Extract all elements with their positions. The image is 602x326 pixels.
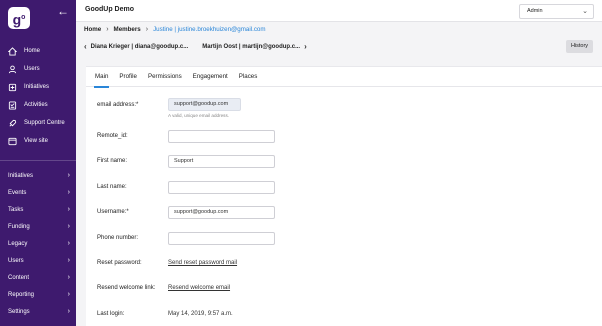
sidebar-section-funding[interactable]: Funding › [0, 218, 76, 235]
username-label: Username:* [97, 209, 129, 215]
breadcrumb-home[interactable]: Home [84, 26, 101, 33]
home-icon [7, 46, 17, 56]
sidebar-section-label: Settings [8, 308, 30, 315]
collapse-sidebar-icon[interactable]: ← [56, 4, 70, 18]
bulb-icon [7, 82, 17, 92]
sidebar-item-label: Support Centre [24, 120, 65, 126]
sidebar-item-view-site[interactable]: View site [0, 132, 76, 150]
chevron-right-icon: › [67, 274, 70, 281]
chevron-down-icon: ⌄ [582, 8, 588, 15]
role-select[interactable]: Admin ⌄ [519, 4, 594, 19]
sidebar-item-initiatives[interactable]: Initiatives [0, 78, 76, 96]
sidebar-section-legacy[interactable]: Legacy › [0, 235, 76, 252]
chevron-right-icon: › [67, 240, 70, 247]
first-name-label: First name: [97, 158, 128, 164]
last-name-label: Last name: [97, 184, 127, 190]
sidebar-section-nav: Initiatives › Events › Tasks › Funding › Leg… [0, 167, 76, 320]
email-field[interactable]: support@goodup.com [168, 98, 241, 111]
sidebar-item-label: Home [24, 48, 41, 54]
sidebar-section-content[interactable]: Content › [0, 269, 76, 286]
tab-profile[interactable]: Profile [119, 67, 137, 87]
chevron-right-icon: › [67, 257, 70, 264]
rocket-icon [7, 118, 17, 128]
sidebar-primary-nav: Home Users Initiatives Activities Suppor… [0, 42, 76, 150]
last-login-label: Last login: [97, 311, 125, 317]
remote-id-field[interactable] [168, 130, 275, 143]
sidebar-section-label: Reporting [8, 291, 35, 298]
chevron-right-icon: › [67, 206, 70, 213]
sidebar-item-support-centre[interactable]: Support Centre [0, 114, 76, 132]
role-select-value: Admin [527, 8, 543, 14]
chevron-right-icon: › [106, 26, 109, 33]
sidebar-section-label: Tasks [8, 206, 24, 213]
username-field[interactable]: support@goodup.com [168, 206, 275, 219]
chevron-left-icon[interactable]: ‹ [84, 42, 87, 51]
chevron-right-icon: › [67, 291, 70, 298]
chevron-right-icon: › [67, 172, 70, 179]
top-bar: GoodUp Demo Admin ⌄ [76, 0, 602, 22]
phone-label: Phone number: [97, 235, 139, 241]
remote-id-label: Remote_id: [97, 133, 128, 139]
chevron-right-icon: › [145, 26, 149, 33]
chevron-right-icon: › [67, 223, 70, 230]
record-navigation: ‹ Diana Krieger | diana@goodup.c... Mart… [84, 42, 307, 51]
chevron-right-icon[interactable]: › [304, 42, 307, 51]
phone-field[interactable] [168, 232, 275, 245]
breadcrumb: Home › Members › Justine | justine.broek… [84, 26, 266, 33]
email-hint: A valid, unique email address. [168, 113, 230, 118]
resend-welcome-label: Resend welcome link: [97, 285, 156, 291]
user-icon [7, 64, 17, 74]
sidebar-section-events[interactable]: Events › [0, 184, 76, 201]
sidebar-section-label: Content [8, 274, 30, 281]
tab-bar: Main Profile Permissions Engagement Plac… [86, 67, 602, 88]
sidebar-section-users[interactable]: Users › [0, 252, 76, 269]
sidebar-section-label: Legacy [8, 240, 28, 247]
tab-places[interactable]: Places [239, 67, 258, 87]
sidebar-section-settings[interactable]: Settings › [0, 303, 76, 320]
reset-password-label: Reset password: [97, 260, 142, 266]
sidebar-item-label: Activities [24, 102, 48, 108]
sidebar-item-activities[interactable]: Activities [0, 96, 76, 114]
main-panel: Main Profile Permissions Engagement Plac… [86, 66, 602, 326]
next-record-link[interactable]: Martijn Oost | martijn@goodup.c... [202, 44, 300, 50]
window-icon [7, 136, 17, 146]
last-login-value: May 14, 2019, 9:57 a.m. [168, 311, 233, 317]
goodup-logo[interactable]: go [8, 7, 30, 29]
send-reset-password-link[interactable]: Send reset password mail [168, 260, 237, 266]
app-title: GoodUp Demo [85, 6, 134, 13]
chevron-right-icon: › [67, 189, 70, 196]
sidebar-item-home[interactable]: Home [0, 42, 76, 60]
sidebar-section-initiatives[interactable]: Initiatives › [0, 167, 76, 184]
checklist-icon [7, 100, 17, 110]
sidebar-item-users[interactable]: Users [0, 60, 76, 78]
sidebar-section-label: Funding [8, 223, 30, 230]
sidebar-item-label: Initiatives [24, 84, 50, 90]
sidebar-section-label: Events [8, 189, 27, 196]
breadcrumb-current: Justine | justine.broekhuizen@gmail.com [153, 26, 266, 33]
history-button[interactable]: History [566, 40, 593, 53]
email-label: email address:* [97, 102, 139, 108]
chevron-right-icon: › [67, 308, 70, 315]
resend-welcome-email-link[interactable]: Resend welcome email [168, 285, 230, 291]
breadcrumb-members[interactable]: Members [114, 26, 141, 33]
first-name-field[interactable]: Support [168, 155, 275, 168]
sidebar-section-reporting[interactable]: Reporting › [0, 286, 76, 303]
sidebar-section-label: Initiatives [8, 172, 34, 179]
tab-permissions[interactable]: Permissions [148, 67, 182, 87]
sidebar-item-label: Users [24, 66, 40, 72]
sidebar: go ← Home Users Initiatives Activities S… [0, 0, 76, 326]
tab-main[interactable]: Main [93, 67, 110, 88]
sidebar-divider [0, 160, 76, 161]
sidebar-item-label: View site [24, 138, 48, 144]
previous-record-link[interactable]: Diana Krieger | diana@goodup.c... [91, 44, 189, 50]
sidebar-section-tasks[interactable]: Tasks › [0, 201, 76, 218]
sidebar-section-label: Users [8, 257, 24, 264]
last-name-field[interactable] [168, 181, 275, 194]
tab-engagement[interactable]: Engagement [193, 67, 228, 87]
